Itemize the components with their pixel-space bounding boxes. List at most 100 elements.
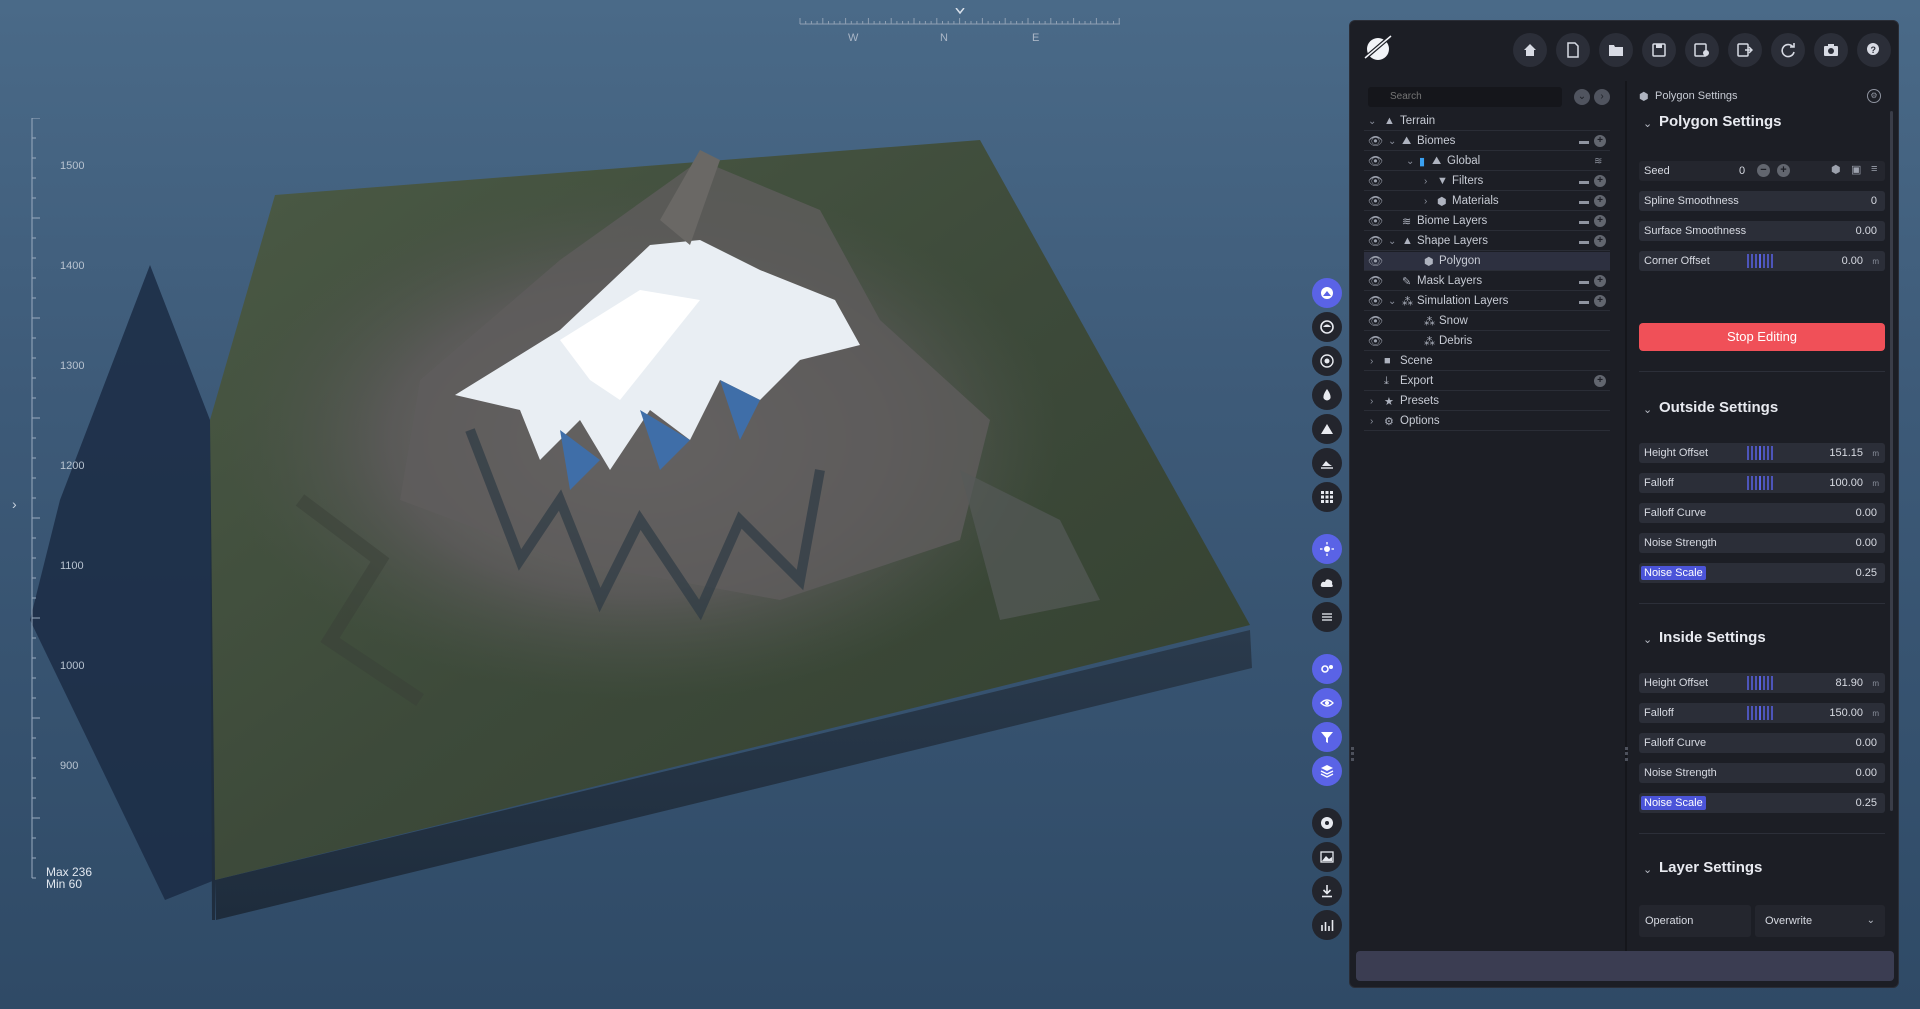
refresh-icon[interactable] [1771,33,1805,67]
tree-item-presets[interactable]: › ★ Presets [1364,392,1610,411]
eye-icon[interactable]: 👁 [1368,334,1383,348]
add-icon[interactable]: + [1594,195,1606,207]
search-input[interactable] [1368,87,1562,107]
water-drop-icon[interactable] [1312,380,1342,410]
tree-item-scene[interactable]: › ■ Scene [1364,352,1610,371]
compass-ticks [799,8,1120,25]
open-folder-icon[interactable] [1599,33,1633,67]
add-icon[interactable]: + [1594,215,1606,227]
new-file-icon[interactable] [1556,33,1590,67]
sun-icon[interactable] [1312,534,1342,564]
settings-cog-icon[interactable] [1312,654,1342,684]
tree-item-biome-layers[interactable]: 👁 ≋ Biome Layers ▬ + [1364,212,1610,231]
save-icon[interactable] [1642,33,1676,67]
eye-icon[interactable]: 👁 [1368,194,1383,208]
chevron-right-icon[interactable]: › [1424,196,1427,207]
record-icon[interactable] [1312,808,1342,838]
add-icon[interactable]: + [1594,135,1606,147]
app-logo-icon[interactable] [1360,29,1396,65]
top-toolbar: ? [1350,21,1898,79]
chevron-down-icon[interactable]: ⌄ [1388,236,1396,247]
tree-item-label: Simulation Layers [1417,295,1509,307]
eye-icon[interactable]: 👁 [1368,154,1383,168]
chevron-right-icon[interactable]: › [1370,416,1373,427]
chevron-down-icon[interactable]: ⌄ [1406,156,1414,167]
stats-icon[interactable] [1312,910,1342,940]
folder-icon[interactable]: ▬ [1579,276,1589,287]
chevron-right-icon[interactable]: › [1370,356,1373,367]
tree-item-snow[interactable]: 👁 ⁂ Snow [1364,312,1610,331]
tree-item-filters[interactable]: 👁 › ▼ Filters ▬ + [1364,172,1610,191]
stack-icon[interactable] [1312,756,1342,786]
add-icon[interactable]: + [1594,175,1606,187]
add-icon[interactable]: + [1594,295,1606,307]
panel-divider[interactable] [1625,81,1627,961]
tree-item-options[interactable]: › ⚙ Options [1364,412,1610,431]
folder-icon[interactable]: ▬ [1579,216,1589,227]
status-bar[interactable] [1356,951,1894,981]
grid-icon[interactable] [1312,482,1342,512]
terrain-view-icon[interactable] [1312,278,1342,308]
filter-icon[interactable] [1312,722,1342,752]
download-icon: ⤓ [1384,374,1389,387]
landscape-icon[interactable] [1312,448,1342,478]
folder-icon[interactable]: ▬ [1579,176,1589,187]
eye-icon[interactable] [1312,688,1342,718]
tree-item-mask-layers[interactable]: 👁 ✎ Mask Layers ▬ + [1364,272,1610,291]
home-icon[interactable] [1513,33,1547,67]
layers-icon[interactable] [1312,602,1342,632]
terrain-render[interactable] [0,0,1310,1009]
eye-icon[interactable]: 👁 [1368,134,1383,148]
tree-item-global[interactable]: 👁 ⌄ ▮ ⛰ Global ≋ [1364,152,1610,171]
tree-item-materials[interactable]: 👁 › ⬢ Materials ▬ + [1364,192,1610,211]
eye-icon[interactable]: 👁 [1368,274,1383,288]
mountain-icon[interactable] [1312,414,1342,444]
help-icon[interactable]: ? [1857,33,1891,67]
compass[interactable]: W N E [790,8,1130,48]
add-icon[interactable]: + [1594,235,1606,247]
layers-icon[interactable]: ≋ [1594,156,1602,167]
collapse-all-icon[interactable]: ⌄ [1574,89,1590,105]
chevron-right-icon[interactable]: › [12,496,17,512]
tree-item-simulation-layers[interactable]: 👁 ⌄ ⁂ Simulation Layers ▬ + [1364,292,1610,311]
eye-icon[interactable]: 👁 [1368,214,1383,228]
eye-icon[interactable]: 👁 [1368,254,1383,268]
ruler-label: 1000 [60,660,85,672]
add-icon[interactable]: + [1594,275,1606,287]
chevron-right-icon[interactable]: › [1424,176,1427,187]
compass-west: W [848,32,860,44]
chevron-down-icon[interactable]: ⌄ [1388,136,1396,147]
filter-icon: ▼ [1437,175,1448,187]
export-file-icon[interactable] [1728,33,1762,67]
tree-item-debris[interactable]: 👁 ⁂ Debris [1364,332,1610,351]
resize-grip-icon[interactable] [1351,747,1354,761]
folder-icon[interactable]: ▬ [1579,136,1589,147]
add-icon[interactable]: + [1594,375,1606,387]
globe-icon[interactable] [1312,312,1342,342]
folder-icon[interactable]: ▬ [1579,196,1589,207]
tree-item-export[interactable]: ⤓ Export + [1364,372,1610,391]
resize-grip-icon[interactable] [1625,747,1628,761]
folder-icon[interactable]: ▬ [1579,236,1589,247]
eye-icon[interactable]: 👁 [1368,314,1383,328]
image-icon[interactable] [1312,842,1342,872]
folder-icon[interactable]: ▬ [1579,296,1589,307]
tree-item-label: Terrain [1400,115,1436,127]
next-icon[interactable]: › [1594,89,1610,105]
download-icon[interactable] [1312,876,1342,906]
eye-icon[interactable]: 👁 [1368,294,1383,308]
camera-icon[interactable] [1814,33,1848,67]
operation-select[interactable]: Overwrite ⌄ [1755,905,1885,937]
chevron-down-icon[interactable]: ⌄ [1368,116,1376,127]
eye-icon[interactable]: 👁 [1368,174,1383,188]
tree-item-terrain[interactable]: ⌄ ▲ Terrain [1364,112,1610,131]
tree-item-polygon[interactable]: 👁 ⬢ Polygon [1364,252,1610,271]
cloud-icon[interactable] [1312,568,1342,598]
target-icon[interactable] [1312,346,1342,376]
tree-item-shape-layers[interactable]: 👁 ⌄ ▲ Shape Layers ▬ + [1364,232,1610,251]
chevron-down-icon[interactable]: ⌄ [1388,296,1396,307]
save-as-icon[interactable] [1685,33,1719,67]
chevron-right-icon[interactable]: › [1370,396,1373,407]
tree-item-biomes[interactable]: 👁 ⌄ ⛰ Biomes ▬ + [1364,132,1610,151]
eye-icon[interactable]: 👁 [1368,234,1383,248]
